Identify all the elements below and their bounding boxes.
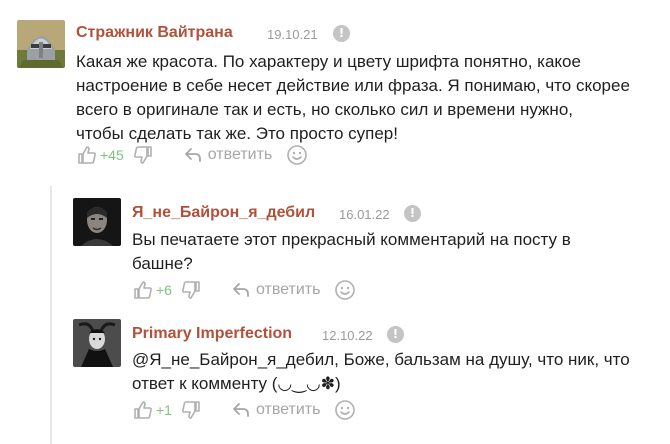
comment-line: Вы печатаете этот прекрасный комментарий… (132, 230, 571, 249)
comment-line: Какая же красота. По характеру и цвету ш… (76, 52, 581, 71)
comment-date[interactable]: 16.01.22 (339, 207, 390, 222)
comment-text: @Я_не_Байрон_я_дебил, Боже, бальзам на д… (132, 348, 630, 396)
reply-button[interactable]: ответить (232, 281, 321, 299)
comment-line: @Я_не_Байрон_я_дебил, Боже, бальзам на д… (132, 350, 630, 369)
comment-author[interactable]: Стражник Вайтрана (76, 24, 233, 42)
comment-actions: +45 ответить (76, 144, 308, 166)
guard-helmet-avatar (17, 20, 65, 68)
avatar[interactable] (73, 319, 121, 367)
reply-arrow-icon (184, 148, 201, 162)
dark-figure-avatar (73, 319, 121, 367)
smile-icon[interactable] (334, 399, 356, 421)
comment-line: чтобы сделать так же. Это просто супер! (76, 124, 398, 143)
comment-line: ответ к комменту (◡‿◡✽) (132, 374, 341, 393)
rating-count: +6 (156, 282, 172, 298)
comment-author[interactable]: Я_не_Байрон_я_дебил (132, 204, 315, 222)
comment-date[interactable]: 19.10.21 (267, 27, 318, 42)
reply-label: ответить (255, 401, 321, 418)
reply-label: ответить (255, 281, 321, 298)
comment-text: Вы печатаете этот прекрасный комментарий… (132, 228, 571, 276)
smile-icon[interactable] (286, 144, 308, 166)
comment-text: Какая же красота. По характеру и цвету ш… (76, 50, 630, 146)
comment-line: настроение в себе несет действие или фра… (76, 76, 630, 95)
rating-count: +1 (156, 402, 172, 418)
thumbs-down-icon[interactable] (180, 279, 202, 301)
rating-count: +45 (100, 147, 124, 163)
dark-portrait-avatar (73, 198, 121, 246)
info-icon[interactable]: ! (333, 25, 350, 42)
reply-arrow-icon (233, 283, 249, 297)
reply-button[interactable]: ответить (184, 146, 273, 164)
avatar[interactable] (73, 198, 121, 246)
thumbs-up-icon[interactable] (132, 399, 154, 421)
avatar[interactable] (17, 20, 65, 68)
thumbs-up-icon[interactable] (132, 279, 154, 301)
reply-arrow-icon (233, 403, 249, 417)
thread-line (50, 186, 52, 444)
comment-line: башне? (132, 254, 193, 273)
comment-line: всего в оригинале так и есть, но сколько… (76, 100, 573, 119)
comment-actions: +1 ответить (132, 399, 356, 421)
thumbs-up-icon[interactable] (76, 144, 98, 166)
info-icon[interactable]: ! (387, 326, 404, 343)
smile-icon[interactable] (334, 279, 356, 301)
comment-date[interactable]: 12.10.22 (322, 328, 373, 343)
info-icon[interactable]: ! (404, 205, 421, 222)
comment-author[interactable]: Primary Imperfection (132, 325, 292, 343)
thumbs-down-icon[interactable] (180, 399, 202, 421)
comment-actions: +6 ответить (132, 279, 356, 301)
reply-button[interactable]: ответить (232, 401, 321, 419)
reply-label: ответить (207, 146, 273, 163)
thumbs-down-icon[interactable] (132, 144, 154, 166)
